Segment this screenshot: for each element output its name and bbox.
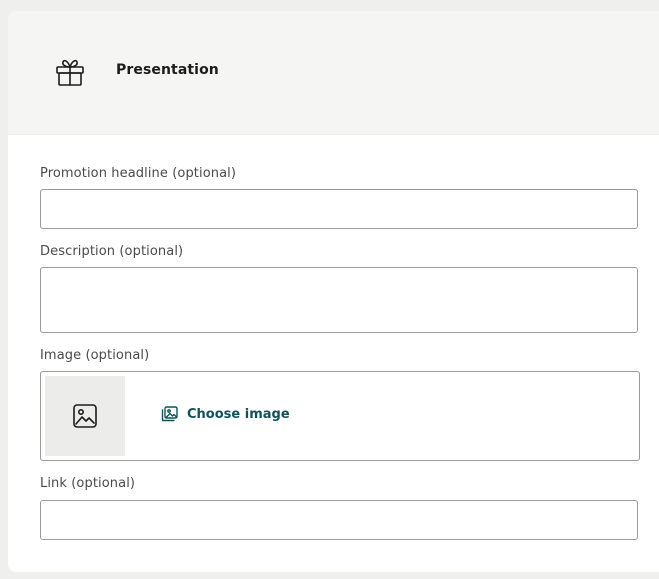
gift-icon: [56, 59, 84, 86]
image-icon: [73, 404, 97, 428]
description-input[interactable]: [40, 267, 638, 333]
description-label: Description (optional): [40, 244, 184, 259]
image-picker: Choose image: [40, 371, 640, 461]
link-input[interactable]: [40, 500, 638, 540]
image-placeholder: [45, 376, 125, 456]
section-title: Presentation: [116, 62, 219, 78]
choose-image-button[interactable]: Choose image: [161, 406, 290, 422]
headline-label: Promotion headline (optional): [40, 166, 237, 181]
card-header: Presentation: [8, 11, 659, 135]
image-gallery-icon: [161, 406, 178, 422]
image-label: Image (optional): [40, 348, 150, 363]
choose-image-label: Choose image: [187, 406, 290, 422]
link-label: Link (optional): [40, 476, 136, 491]
headline-input[interactable]: [40, 189, 638, 229]
presentation-card: Presentation Promotion headline (optiona…: [8, 11, 659, 572]
